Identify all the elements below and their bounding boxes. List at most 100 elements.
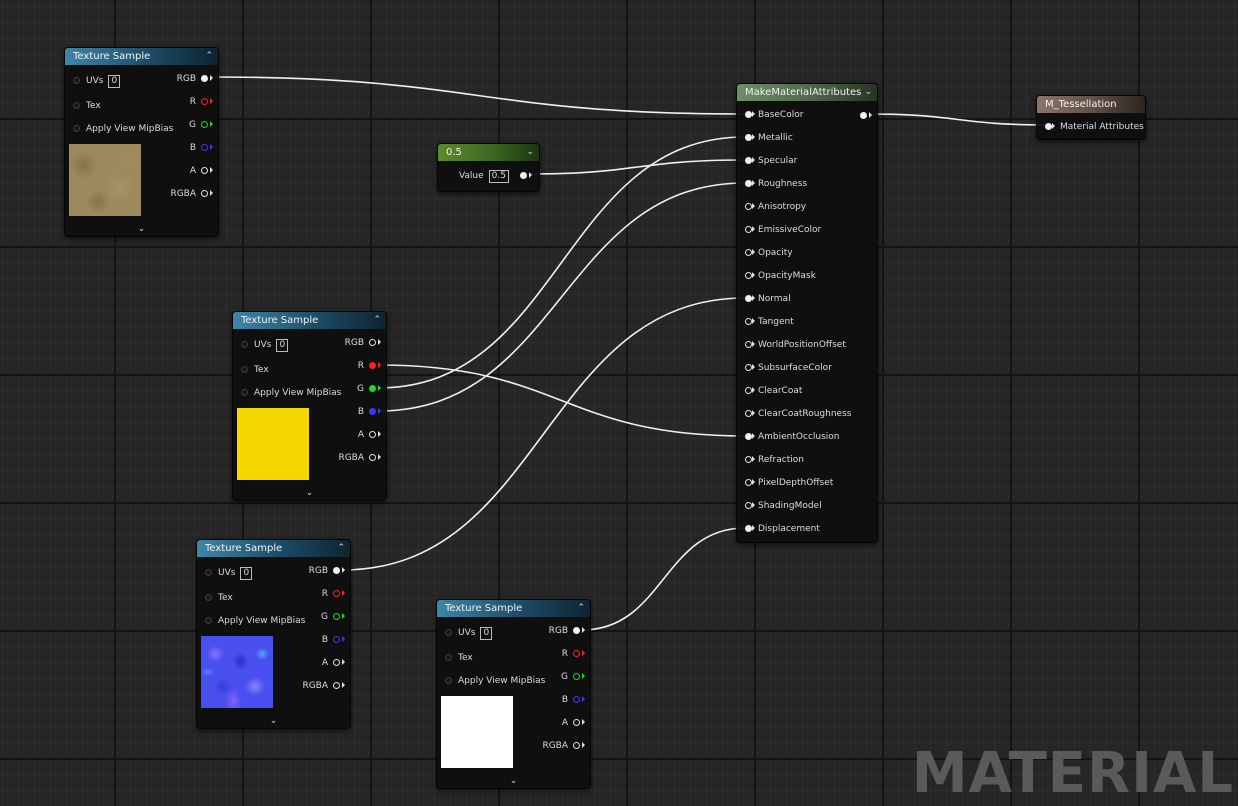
a-output-pin[interactable] xyxy=(369,431,376,438)
chevron-down-icon[interactable]: ⌄ xyxy=(197,716,350,726)
rgba-output-pin[interactable] xyxy=(573,742,580,749)
uvs-input-pin[interactable] xyxy=(445,629,452,636)
g-output-pin[interactable] xyxy=(573,673,580,680)
g-output-pin[interactable] xyxy=(201,121,208,128)
r-output-pin[interactable] xyxy=(201,98,208,105)
rgb-output-pin[interactable] xyxy=(369,339,376,346)
b-output-pin[interactable] xyxy=(369,408,376,415)
input-pin-base-color[interactable] xyxy=(745,111,752,118)
input-pin-refraction[interactable] xyxy=(745,456,752,463)
b-arrow xyxy=(378,408,381,414)
mipbias-input-pin[interactable] xyxy=(73,125,80,132)
input-arrow-clear-coat-roughness xyxy=(752,410,755,416)
input-pin-shading-model[interactable] xyxy=(745,502,752,509)
texture-sample-node-2[interactable]: Texture Sample ⌃ UVs 0 Tex Apply View Mip… xyxy=(232,311,387,501)
node-header[interactable]: Texture Sample ⌃ xyxy=(197,540,350,557)
connection-wire-3 xyxy=(377,364,746,437)
make-material-attributes-node[interactable]: MakeMaterialAttributes ⌄ BaseColor Metall… xyxy=(736,83,878,543)
tex-input-pin[interactable] xyxy=(241,366,248,373)
value-output-pin[interactable] xyxy=(520,172,527,179)
texture-sample-node-1[interactable]: Texture Sample ⌃ UVs 0 Tex Apply View Mip… xyxy=(64,47,219,237)
input-arrow-metallic xyxy=(752,134,755,140)
node-header[interactable]: 0.5 ⌄ xyxy=(438,144,539,161)
input-pin-world-position-offset[interactable] xyxy=(745,341,752,348)
node-header[interactable]: M_Tessellation xyxy=(1037,96,1145,113)
tex-input-pin[interactable] xyxy=(205,594,212,601)
tex-input-pin[interactable] xyxy=(445,654,452,661)
input-arrow-normal xyxy=(752,295,755,301)
input-pin-opacity-mask[interactable] xyxy=(745,272,752,279)
input-arrow-tangent xyxy=(752,318,755,324)
input-pin-clear-coat[interactable] xyxy=(745,387,752,394)
input-label-normal: Normal xyxy=(758,294,791,304)
chevron-down-icon[interactable]: ⌄ xyxy=(65,224,218,234)
input-pin-opacity[interactable] xyxy=(745,249,752,256)
rgb-output-pin[interactable] xyxy=(573,627,580,634)
uvs-value[interactable]: 0 xyxy=(480,627,493,640)
mipbias-input-pin[interactable] xyxy=(205,617,212,624)
rgb-output-pin[interactable] xyxy=(201,75,208,82)
input-pin-specular[interactable] xyxy=(745,157,752,164)
rgb-output-pin[interactable] xyxy=(333,567,340,574)
uvs-value[interactable]: 0 xyxy=(276,339,289,352)
node-header[interactable]: Texture Sample ⌃ xyxy=(233,312,386,329)
chevron-down-icon[interactable]: ⌄ xyxy=(526,144,534,161)
r-output-pin[interactable] xyxy=(573,650,580,657)
input-pin-roughness[interactable] xyxy=(745,180,752,187)
chevron-up-icon[interactable]: ⌃ xyxy=(373,312,381,329)
chevron-up-icon[interactable]: ⌃ xyxy=(577,600,585,617)
uvs-value[interactable]: 0 xyxy=(108,75,121,88)
chevron-down-icon[interactable]: ⌄ xyxy=(437,776,590,786)
texture-sample-node-3[interactable]: Texture Sample ⌃ UVs 0 Tex Apply View Mip… xyxy=(196,539,351,729)
constant-node[interactable]: 0.5 ⌄ Value 0.5 xyxy=(437,143,540,192)
node-header[interactable]: MakeMaterialAttributes ⌄ xyxy=(737,84,877,101)
input-pin-pixel-depth-offset[interactable] xyxy=(745,479,752,486)
a-output-pin[interactable] xyxy=(333,659,340,666)
mipbias-input-pin[interactable] xyxy=(445,677,452,684)
g-output-pin[interactable] xyxy=(333,613,340,620)
input-label-pixel-depth-offset: PixelDepthOffset xyxy=(758,478,834,488)
g-output-pin[interactable] xyxy=(369,385,376,392)
texture-sample-node-4[interactable]: Texture Sample ⌃ UVs 0 Tex Apply View Mip… xyxy=(436,599,591,789)
result-node[interactable]: M_Tessellation Material Attributes xyxy=(1036,95,1146,140)
input-pin-emissive-color[interactable] xyxy=(745,226,752,233)
node-header[interactable]: Texture Sample ⌃ xyxy=(65,48,218,65)
uvs-input-pin[interactable] xyxy=(73,77,80,84)
input-pin-clear-coat-roughness[interactable] xyxy=(745,410,752,417)
input-pin-displacement[interactable] xyxy=(745,525,752,532)
value-field[interactable]: 0.5 xyxy=(488,170,509,183)
r-output-pin[interactable] xyxy=(369,362,376,369)
b-output-pin[interactable] xyxy=(573,696,580,703)
make-material-output-pin[interactable] xyxy=(860,112,867,119)
uvs-input-pin[interactable] xyxy=(241,341,248,348)
input-pin-ambient-occlusion[interactable] xyxy=(745,433,752,440)
b-output-pin[interactable] xyxy=(201,144,208,151)
input-pin-metallic[interactable] xyxy=(745,134,752,141)
chevron-down-icon[interactable]: ⌄ xyxy=(233,488,386,498)
input-pin-subsurface-color[interactable] xyxy=(745,364,752,371)
chevron-up-icon[interactable]: ⌃ xyxy=(205,48,213,65)
uvs-value[interactable]: 0 xyxy=(240,567,253,580)
rgba-output-pin[interactable] xyxy=(201,190,208,197)
tex-input-pin[interactable] xyxy=(73,102,80,109)
a-arrow xyxy=(378,431,381,437)
chevron-up-icon[interactable]: ⌃ xyxy=(337,540,345,557)
input-pin-tangent[interactable] xyxy=(745,318,752,325)
a-output-pin[interactable] xyxy=(573,719,580,726)
chevron-down-icon[interactable]: ⌄ xyxy=(864,84,872,101)
a-label: A xyxy=(189,166,196,176)
uvs-input-pin[interactable] xyxy=(205,569,212,576)
r-output-pin[interactable] xyxy=(333,590,340,597)
node-header[interactable]: Texture Sample ⌃ xyxy=(437,600,590,617)
rgba-output-pin[interactable] xyxy=(333,682,340,689)
b-output-pin[interactable] xyxy=(333,636,340,643)
rgba-output-pin[interactable] xyxy=(369,454,376,461)
a-output-pin[interactable] xyxy=(201,167,208,174)
mipbias-input-pin[interactable] xyxy=(241,389,248,396)
uvs-label: UVs 0 xyxy=(218,566,253,580)
input-pin-normal[interactable] xyxy=(745,295,752,302)
material-attributes-input-pin[interactable] xyxy=(1045,123,1052,130)
texture-preview xyxy=(237,408,309,480)
b-arrow xyxy=(210,144,213,150)
input-pin-anisotropy[interactable] xyxy=(745,203,752,210)
